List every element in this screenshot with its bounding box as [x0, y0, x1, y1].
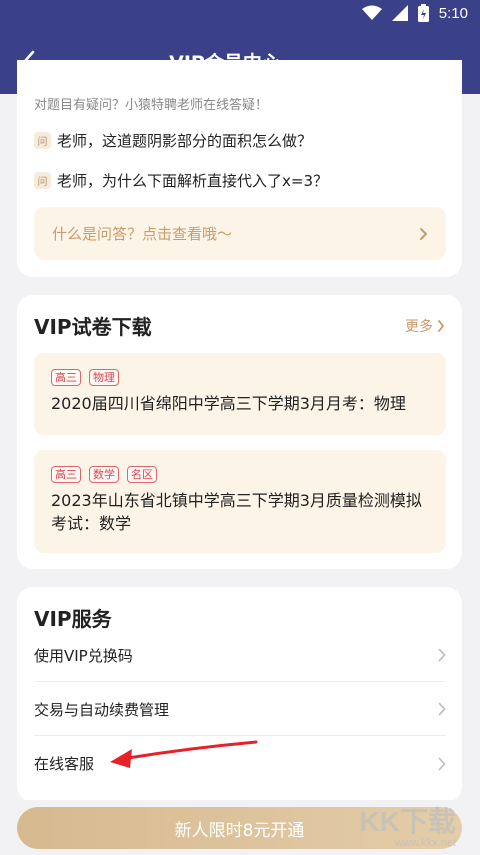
subject-tag: 物理 [89, 369, 119, 386]
vip-papers-card: VIP试卷下载 更多 高三 物理 2020届四川省绵阳中学高三下学期3月月考：物… [17, 295, 462, 569]
chevron-right-icon [438, 648, 446, 662]
wifi-icon [361, 5, 382, 20]
chevron-right-icon [420, 227, 428, 240]
question-badge: 问 [34, 172, 51, 189]
qa-question-item[interactable]: 问 老师，为什么下面解析直接代入了x=3？ [34, 170, 328, 191]
signal-icon [391, 5, 408, 21]
section-title: VIP服务 [34, 607, 112, 631]
qa-card: 对题目有疑问？小猿特聘老师在线答疑！ 问 老师，这道题阴影部分的面积怎么做？ 问… [17, 60, 462, 277]
chevron-right-icon [438, 757, 446, 770]
chevron-right-icon [438, 320, 445, 332]
paper-item[interactable]: 高三 物理 2020届四川省绵阳中学高三下学期3月月考：物理 [34, 353, 446, 435]
qa-question-text: 老师，为什么下面解析直接代入了x=3？ [57, 172, 328, 190]
qa-hint: 对题目有疑问？小猿特聘老师在线答疑！ [34, 98, 269, 113]
question-badge: 问 [34, 132, 51, 149]
battery-icon [417, 4, 429, 22]
status-bar: 5:10 [0, 0, 480, 28]
qa-question-item[interactable]: 问 老师，这道题阴影部分的面积怎么做？ [34, 130, 312, 151]
paper-tags: 高三 数学 名区 [51, 466, 429, 483]
what-is-qa-link[interactable]: 什么是问答？点击查看哦～ [34, 207, 446, 260]
subject-tag: 数学 [89, 466, 119, 483]
vip-services-card: VIP服务 使用VIP兑换码 交易与自动续费管理 在线客服 [17, 587, 462, 802]
service-item-billing[interactable]: 交易与自动续费管理 [34, 683, 446, 736]
watermark-logo: KK下载 [359, 806, 456, 837]
region-tag: 名区 [127, 466, 157, 483]
status-time: 5:10 [438, 4, 468, 22]
paper-tags: 高三 物理 [51, 369, 429, 386]
section-title: VIP试卷下载 [34, 315, 152, 339]
grade-tag: 高三 [51, 466, 81, 483]
service-item-redeem-code[interactable]: 使用VIP兑换码 [34, 629, 446, 682]
watermark-url: www.kkx.net [394, 837, 456, 849]
qa-question-text: 老师，这道题阴影部分的面积怎么做？ [57, 132, 313, 150]
service-label: 使用VIP兑换码 [34, 646, 133, 665]
service-label: 在线客服 [34, 755, 95, 773]
paper-title: 2023年山东省北镇中学高三下学期3月质量检测模拟考试：数学 [51, 491, 422, 533]
service-item-customer-service[interactable]: 在线客服 [34, 737, 446, 790]
qa-link-label: 什么是问答？点击查看哦～ [52, 225, 233, 243]
more-label: 更多 [405, 319, 433, 335]
paper-title: 2020届四川省绵阳中学高三下学期3月月考：物理 [51, 394, 406, 413]
paper-item[interactable]: 高三 数学 名区 2023年山东省北镇中学高三下学期3月质量检测模拟考试：数学 [34, 450, 446, 553]
service-label: 交易与自动续费管理 [34, 700, 170, 719]
grade-tag: 高三 [51, 369, 81, 386]
bottom-bar: 新人限时8元开通 KK下载 www.kkx.net [0, 800, 480, 855]
chevron-right-icon [438, 702, 446, 716]
more-button[interactable]: 更多 [405, 316, 445, 336]
